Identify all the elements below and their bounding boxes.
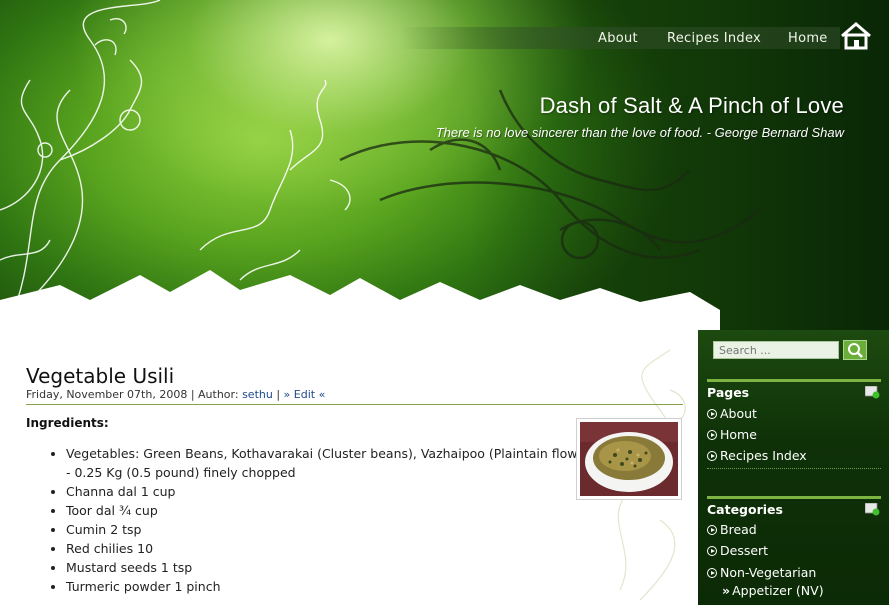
post-meta: Friday, November 07th, 2008 | Author: se…	[26, 388, 326, 401]
widget-toggle-icon[interactable]	[865, 503, 880, 516]
list-item: Red chilies 10	[66, 539, 596, 558]
post-edit-link[interactable]: » Edit «	[284, 388, 326, 401]
sidebar-item-label: Home	[720, 427, 757, 442]
list-item: Channa dal 1 cup	[66, 482, 596, 501]
sidebar-item-home[interactable]: Home	[707, 427, 757, 442]
site-tagline: There is no love sincerer than the love …	[435, 125, 844, 140]
search-input[interactable]	[713, 341, 839, 359]
arrow-circle-icon	[707, 545, 717, 556]
sidebar-item-label: Bread	[720, 522, 757, 537]
sidebar-item-about[interactable]: About	[707, 406, 757, 421]
sidebar-item-label: Dessert	[720, 543, 769, 558]
list-item: Turmeric powder 1 pinch	[66, 577, 596, 596]
pages-widget-title: Pages	[707, 385, 750, 400]
list-item: Toor dal ¾ cup	[66, 501, 596, 520]
sidebar-item-bread[interactable]: Bread	[707, 522, 757, 537]
sidebar-item-label: About	[720, 406, 757, 421]
nav-about-link[interactable]: About	[598, 31, 638, 46]
site-title[interactable]: Dash of Salt & A Pinch of Love	[540, 93, 844, 119]
list-item: Cumin 2 tsp	[66, 520, 596, 539]
widget-toggle-icon[interactable]	[865, 386, 880, 399]
post-author-label: | Author:	[190, 388, 239, 401]
categories-widget-title: Categories	[707, 502, 783, 517]
sidebar-item-non-vegetarian[interactable]: Non-Vegetarian	[707, 565, 816, 580]
post-date: Friday, November 07th, 2008	[26, 388, 188, 401]
header-banner	[0, 0, 889, 345]
ingredients-list: Vegetables: Green Beans, Kothavarakai (C…	[46, 444, 596, 596]
magnifier-icon	[848, 343, 863, 358]
arrow-circle-icon	[707, 408, 717, 419]
sidebar-item-recipes-index[interactable]: Recipes Index	[707, 448, 807, 463]
sidebar-item-label: Non-Vegetarian	[720, 565, 817, 580]
list-item: Mustard seeds 1 tsp	[66, 558, 596, 577]
post-author-link[interactable]: sethu	[242, 388, 273, 401]
food-photo[interactable]	[576, 418, 682, 500]
arrow-circle-icon	[707, 429, 717, 440]
arrow-circle-icon	[707, 567, 717, 578]
nav-home-link[interactable]: Home	[788, 31, 828, 46]
ingredients-heading: Ingredients:	[26, 416, 109, 430]
list-item: Vegetables: Green Beans, Kothavarakai (C…	[66, 444, 596, 482]
nav-recipes-index-link[interactable]: Recipes Index	[667, 31, 761, 46]
arrow-circle-icon	[707, 450, 717, 461]
categories-widget-bar	[707, 496, 881, 499]
sidebar-subitem-appetizer[interactable]: » Appetizer (NV)	[722, 583, 824, 598]
sidebar-item-label: Recipes Index	[720, 448, 807, 463]
sidebar-item-label: Appetizer (NV)	[732, 583, 824, 598]
usili-bowl-image	[580, 422, 678, 496]
post-title[interactable]: Vegetable Usili	[26, 364, 174, 388]
sidebar-item-dessert[interactable]: Dessert	[707, 543, 768, 558]
arrow-circle-icon	[707, 524, 717, 535]
search-button[interactable]	[843, 340, 867, 360]
double-chevron-icon: »	[722, 583, 731, 598]
post-divider	[26, 404, 683, 405]
floral-decoration	[0, 0, 761, 345]
pages-widget-bar	[707, 379, 881, 382]
house-icon[interactable]	[840, 22, 872, 50]
sidebar-divider	[707, 468, 881, 469]
